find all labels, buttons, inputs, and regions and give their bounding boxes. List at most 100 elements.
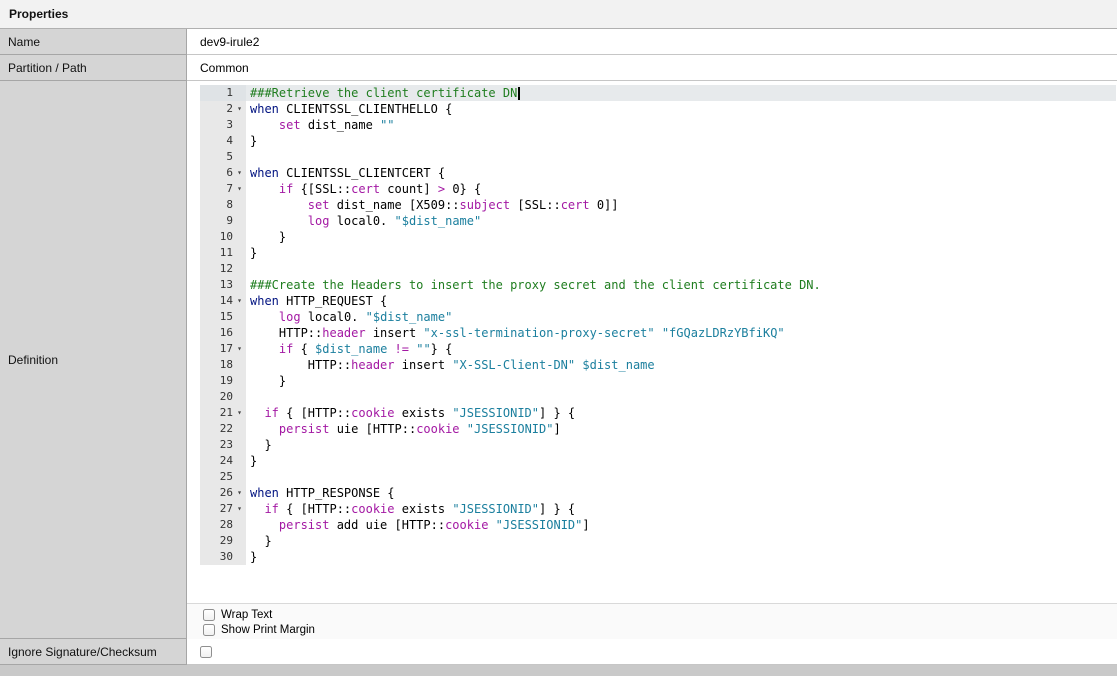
code-line[interactable]: 16 HTTP::header insert "x-ssl-terminatio… <box>200 325 1116 341</box>
code-line[interactable]: 17▾ if { $dist_name != ""} { <box>200 341 1116 357</box>
code-token: "fGQazLDRzYBfiKQ" <box>662 326 785 340</box>
code-line-text[interactable]: } <box>246 549 1116 565</box>
code-line[interactable]: 13###Create the Headers to insert the pr… <box>200 277 1116 293</box>
code-line-text[interactable]: } <box>246 533 1116 549</box>
fold-arrow-icon[interactable]: ▾ <box>233 341 246 357</box>
code-line-text[interactable]: when CLIENTSSL_CLIENTCERT { <box>246 165 1116 181</box>
code-line[interactable]: 27▾ if { [HTTP::cookie exists "JSESSIONI… <box>200 501 1116 517</box>
code-token <box>250 198 308 212</box>
code-token: HTTP:: <box>250 326 322 340</box>
wrap-text-option: Wrap Text <box>203 607 1117 622</box>
definition-label: Definition <box>0 81 187 639</box>
code-line-text[interactable]: set dist_name "" <box>246 117 1116 133</box>
code-line-text[interactable]: if { $dist_name != ""} { <box>246 341 1116 357</box>
fold-arrow-icon[interactable]: ▾ <box>233 165 246 181</box>
fold-arrow-icon[interactable]: ▾ <box>233 485 246 501</box>
code-line-text[interactable]: } <box>246 245 1116 261</box>
code-line-text[interactable]: if { [HTTP::cookie exists "JSESSIONID"] … <box>246 405 1116 421</box>
code-line[interactable]: 18 HTTP::header insert "X-SSL-Client-DN"… <box>200 357 1116 373</box>
code-line-text[interactable]: if { [HTTP::cookie exists "JSESSIONID"] … <box>246 501 1116 517</box>
name-value: dev9-irule2 <box>187 29 1117 55</box>
code-line-text[interactable] <box>246 469 1116 485</box>
code-line[interactable]: 20 <box>200 389 1116 405</box>
ignore-signature-checkbox[interactable] <box>200 646 212 658</box>
line-number: 15 <box>220 309 233 325</box>
code-line-text[interactable]: log local0. "$dist_name" <box>246 213 1116 229</box>
code-token: 0]] <box>590 198 619 212</box>
code-token: if <box>279 342 293 356</box>
code-line-text[interactable]: when CLIENTSSL_CLIENTHELLO { <box>246 101 1116 117</box>
code-line[interactable]: 11} <box>200 245 1116 261</box>
code-line-text[interactable]: } <box>246 437 1116 453</box>
code-token <box>250 406 264 420</box>
code-token: dist_name [X509:: <box>329 198 459 212</box>
code-editor[interactable]: 1###Retrieve the client certificate DN2▾… <box>200 85 1116 603</box>
code-line-text[interactable]: when HTTP_REQUEST { <box>246 293 1116 309</box>
code-line-text[interactable]: ###Create the Headers to insert the prox… <box>246 277 1116 293</box>
code-line-text[interactable]: when HTTP_RESPONSE { <box>246 485 1116 501</box>
code-token: if <box>264 502 278 516</box>
code-line[interactable]: 6▾when CLIENTSSL_CLIENTCERT { <box>200 165 1116 181</box>
line-number: 12 <box>220 261 233 277</box>
code-line[interactable]: 4} <box>200 133 1116 149</box>
code-line[interactable]: 10 } <box>200 229 1116 245</box>
code-token: cookie <box>416 422 459 436</box>
code-token <box>250 310 279 324</box>
code-line[interactable]: 8 set dist_name [X509::subject [SSL::cer… <box>200 197 1116 213</box>
line-number-gutter: 17▾ <box>200 341 246 357</box>
code-line-text[interactable]: } <box>246 229 1116 245</box>
fold-arrow-icon[interactable]: ▾ <box>233 405 246 421</box>
code-line-text[interactable]: set dist_name [X509::subject [SSL::cert … <box>246 197 1116 213</box>
show-print-margin-checkbox[interactable] <box>203 624 215 636</box>
code-token: local0. <box>301 310 366 324</box>
code-line-text[interactable] <box>246 389 1116 405</box>
code-line-text[interactable]: ###Retrieve the client certificate DN <box>246 85 1116 101</box>
code-line-text[interactable]: if {[SSL::cert count] > 0} { <box>246 181 1116 197</box>
code-line[interactable]: 14▾when HTTP_REQUEST { <box>200 293 1116 309</box>
code-line[interactable]: 21▾ if { [HTTP::cookie exists "JSESSIONI… <box>200 405 1116 421</box>
code-line[interactable]: 30} <box>200 549 1116 565</box>
code-line[interactable]: 28 persist add uie [HTTP::cookie "JSESSI… <box>200 517 1116 533</box>
show-print-margin-label: Show Print Margin <box>221 624 315 636</box>
code-token <box>488 518 495 532</box>
code-token: } <box>250 534 272 548</box>
code-line[interactable]: 7▾ if {[SSL::cert count] > 0} { <box>200 181 1116 197</box>
code-line[interactable]: 15 log local0. "$dist_name" <box>200 309 1116 325</box>
code-line-text[interactable] <box>246 261 1116 277</box>
code-line-text[interactable]: HTTP::header insert "x-ssl-termination-p… <box>246 325 1116 341</box>
code-line[interactable]: 23 } <box>200 437 1116 453</box>
fold-arrow-icon[interactable]: ▾ <box>233 501 246 517</box>
code-line-text[interactable]: persist add uie [HTTP::cookie "JSESSIONI… <box>246 517 1116 533</box>
editor-empty-area[interactable] <box>200 565 1116 603</box>
code-line-text[interactable]: } <box>246 453 1116 469</box>
code-line[interactable]: 12 <box>200 261 1116 277</box>
code-line[interactable]: 19 } <box>200 373 1116 389</box>
fold-arrow-icon[interactable]: ▾ <box>233 181 246 197</box>
code-line[interactable]: 2▾when CLIENTSSL_CLIENTHELLO { <box>200 101 1116 117</box>
code-line-text[interactable]: HTTP::header insert "X-SSL-Client-DN" $d… <box>246 357 1116 373</box>
line-number-gutter: 9 <box>200 213 246 229</box>
code-line-text[interactable]: log local0. "$dist_name" <box>246 309 1116 325</box>
code-line[interactable]: 3 set dist_name "" <box>200 117 1116 133</box>
code-line[interactable]: 29 } <box>200 533 1116 549</box>
code-line-text[interactable]: persist uie [HTTP::cookie "JSESSIONID"] <box>246 421 1116 437</box>
code-token: local0. <box>329 214 394 228</box>
line-number-gutter: 27▾ <box>200 501 246 517</box>
code-line-text[interactable] <box>246 149 1116 165</box>
code-line[interactable]: 24} <box>200 453 1116 469</box>
wrap-text-checkbox[interactable] <box>203 609 215 621</box>
fold-arrow-icon[interactable]: ▾ <box>233 293 246 309</box>
code-line[interactable]: 1###Retrieve the client certificate DN <box>200 85 1116 101</box>
code-line[interactable]: 9 log local0. "$dist_name" <box>200 213 1116 229</box>
fold-arrow-icon[interactable]: ▾ <box>233 101 246 117</box>
code-token: set <box>308 198 330 212</box>
code-line[interactable]: 26▾when HTTP_RESPONSE { <box>200 485 1116 501</box>
code-line[interactable]: 25 <box>200 469 1116 485</box>
code-line-text[interactable]: } <box>246 373 1116 389</box>
line-number: 5 <box>226 149 233 165</box>
code-line-text[interactable]: } <box>246 133 1116 149</box>
partition-path-label: Partition / Path <box>0 55 187 81</box>
code-line[interactable]: 22 persist uie [HTTP::cookie "JSESSIONID… <box>200 421 1116 437</box>
line-number: 30 <box>220 549 233 565</box>
code-line[interactable]: 5 <box>200 149 1116 165</box>
